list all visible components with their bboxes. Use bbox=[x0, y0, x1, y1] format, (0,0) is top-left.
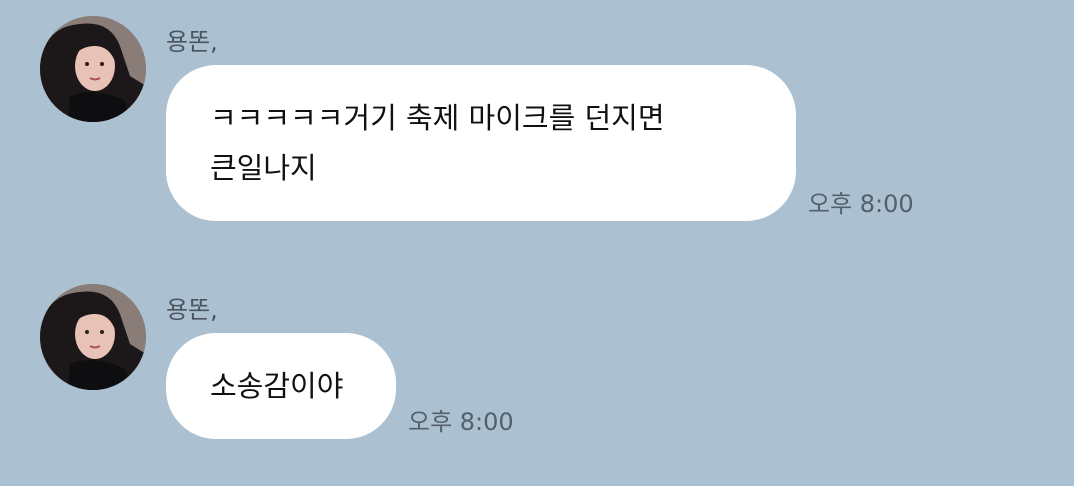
message-timestamp: 오후 8:00 bbox=[808, 190, 914, 218]
avatar-photo bbox=[40, 16, 146, 122]
message-row: ㅋㅋㅋㅋㅋ거기 축제 마이크를 던지면 큰일나지 오후 8:00 bbox=[166, 65, 914, 221]
avatar[interactable] bbox=[40, 284, 146, 390]
sender-name: 용똔, bbox=[166, 28, 218, 56]
message-bubble[interactable]: 소송감이야 bbox=[166, 333, 396, 439]
message-row: 소송감이야 오후 8:00 bbox=[166, 333, 514, 439]
message-group: 용똔, 소송감이야 오후 8:00 bbox=[0, 284, 1074, 454]
sender-name: 용똔, bbox=[166, 296, 218, 324]
avatar-photo bbox=[40, 284, 146, 390]
message-bubble[interactable]: ㅋㅋㅋㅋㅋ거기 축제 마이크를 던지면 큰일나지 bbox=[166, 65, 796, 221]
message-timestamp: 오후 8:00 bbox=[408, 408, 514, 436]
message-text-line: 큰일나지 bbox=[210, 151, 317, 185]
message-group: 용똔, ㅋㅋㅋㅋㅋ거기 축제 마이크를 던지면 큰일나지 오후 8:00 bbox=[0, 16, 1074, 226]
message-text-line: ㅋㅋㅋㅋㅋ거기 축제 마이크를 던지면 bbox=[210, 101, 665, 135]
avatar[interactable] bbox=[40, 16, 146, 122]
message-text-line: 소송감이야 bbox=[210, 369, 344, 403]
